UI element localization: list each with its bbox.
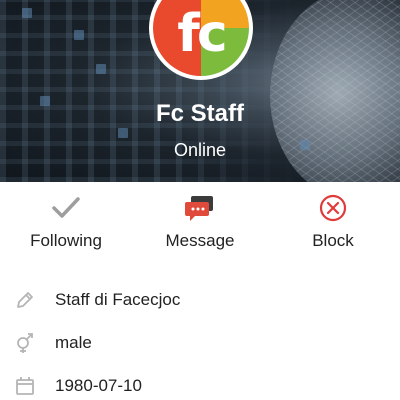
message-button[interactable]: Message: [140, 190, 260, 251]
block-button[interactable]: Block: [273, 190, 393, 251]
profile-avatar[interactable]: fc: [149, 0, 253, 80]
check-icon: [6, 190, 126, 226]
chat-bubble-icon: [140, 190, 260, 226]
following-button[interactable]: Following: [6, 190, 126, 251]
profile-actions: Following Message Block: [0, 190, 400, 260]
detail-row-birthday: 1980-07-10: [0, 367, 400, 400]
cover-cube: [96, 64, 106, 74]
cover-cube: [22, 8, 32, 18]
cover-cube: [74, 30, 84, 40]
birthday-text: 1980-07-10: [55, 376, 142, 395]
pencil-icon: [14, 289, 36, 311]
block-label: Block: [312, 231, 354, 250]
detail-row-bio: Staff di Facecjoc: [0, 281, 400, 321]
block-x-icon: [273, 190, 393, 226]
bio-text: Staff di Facecjoc: [55, 290, 181, 309]
profile-status: Online: [173, 140, 227, 160]
detail-row-gender: male: [0, 324, 400, 364]
cover-cube: [118, 128, 128, 138]
avatar-logo: fc: [153, 0, 249, 76]
profile-header: fc Fc Staff Online: [0, 0, 400, 182]
gender-text: male: [55, 333, 92, 352]
following-label: Following: [30, 231, 102, 250]
calendar-icon: [14, 375, 36, 397]
message-label: Message: [165, 231, 235, 250]
avatar-logo-text: fc: [177, 4, 227, 64]
gender-icon: [14, 332, 36, 354]
profile-name: Fc Staff: [155, 100, 244, 127]
